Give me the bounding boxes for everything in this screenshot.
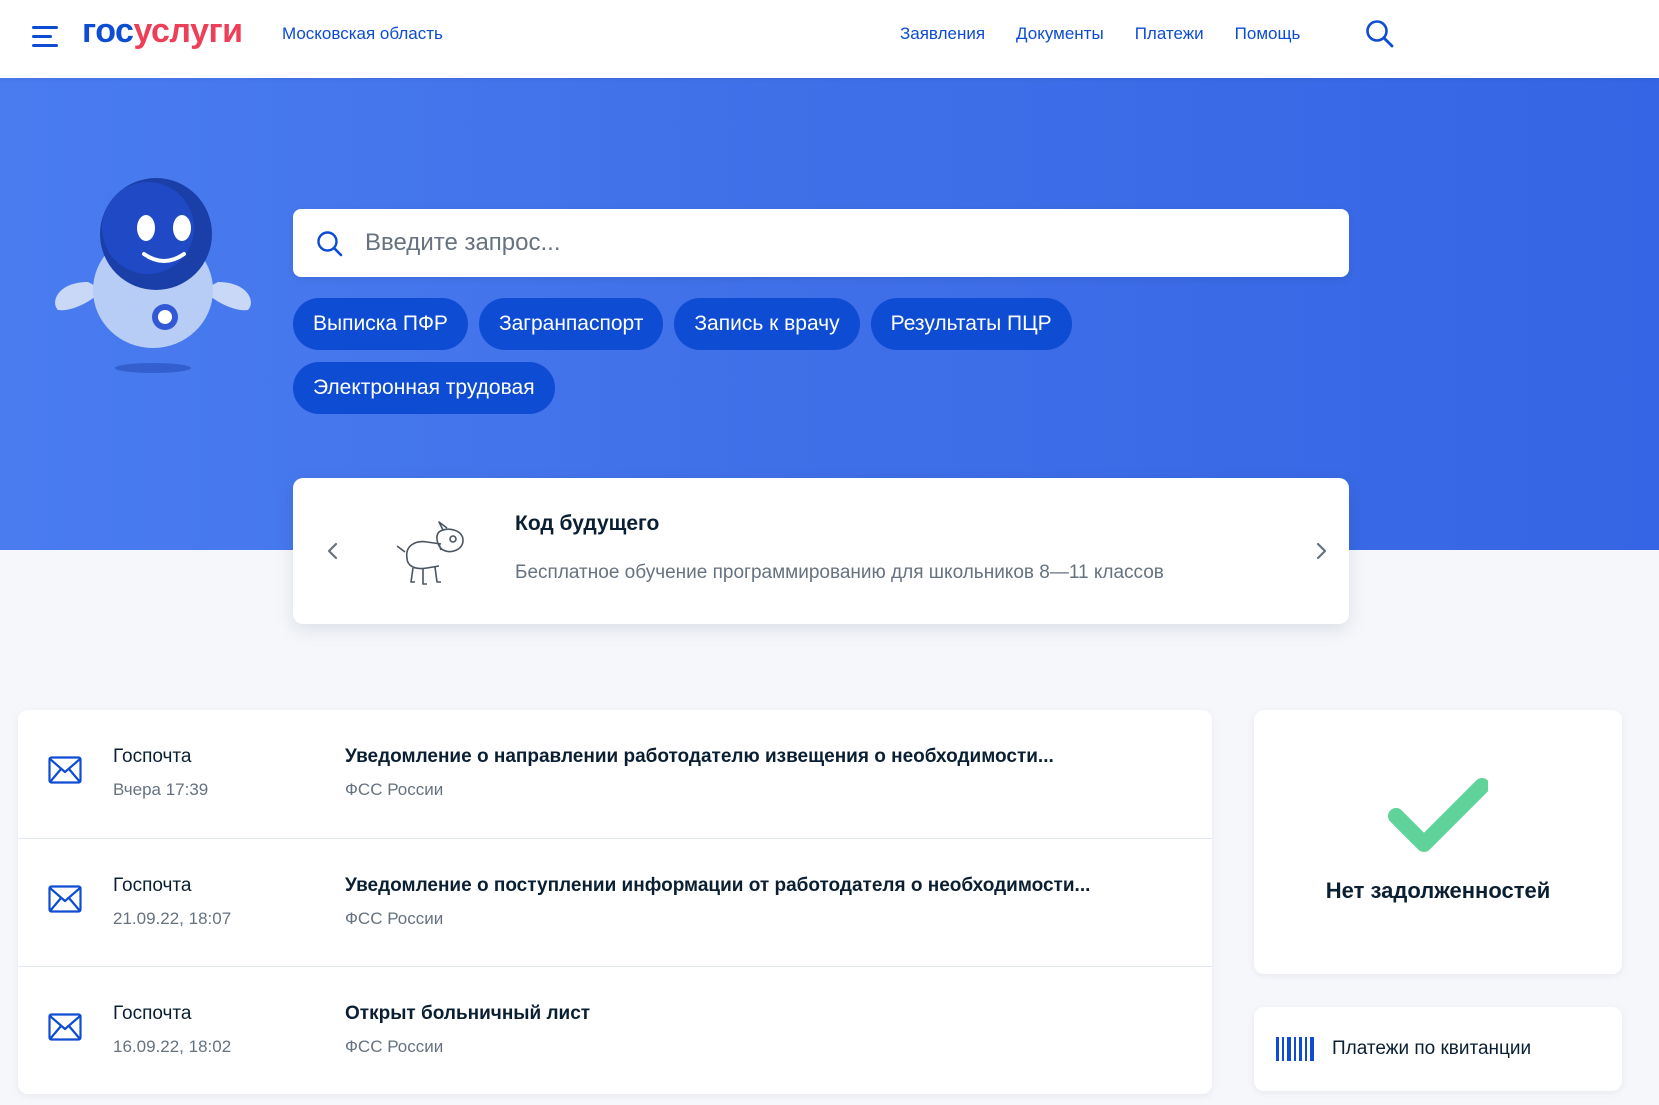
top-header: госуслуги Московская область Заявления Д… bbox=[0, 0, 1659, 78]
mail-subject: Уведомление о направлении работодателю и… bbox=[345, 746, 1054, 767]
mail-source: Госпочта bbox=[113, 1003, 192, 1024]
receipt-payments-button[interactable]: Платежи по квитанции bbox=[1254, 1007, 1622, 1091]
mail-subject: Открыт больничный лист bbox=[345, 1003, 591, 1024]
chip-electronic-workbook[interactable]: Электронная трудовая bbox=[293, 362, 555, 414]
notifications-list: Госпочта Вчера 17:39 Уведомление о напра… bbox=[18, 710, 1212, 1094]
envelope-icon bbox=[48, 756, 82, 784]
list-item[interactable]: Госпочта Вчера 17:39 Уведомление о напра… bbox=[18, 710, 1212, 838]
chip-passport[interactable]: Загранпаспорт bbox=[478, 298, 664, 350]
chevron-right-icon[interactable] bbox=[1301, 531, 1341, 571]
logo-part-2: услуги bbox=[133, 12, 243, 50]
chevron-left-icon[interactable] bbox=[313, 531, 353, 571]
gosuslugi-logo[interactable]: госуслуги bbox=[82, 12, 243, 51]
robot-dog-icon bbox=[396, 521, 464, 585]
list-item[interactable]: Госпочта 16.09.22, 18:02 Открыт больничн… bbox=[18, 966, 1212, 1094]
mail-org: ФСС России bbox=[345, 909, 444, 928]
search-input[interactable] bbox=[365, 209, 1325, 277]
list-item[interactable]: Госпочта 21.09.22, 18:07 Уведомление о п… bbox=[18, 838, 1212, 966]
envelope-icon bbox=[48, 1013, 82, 1041]
mail-org: ФСС России bbox=[345, 780, 444, 799]
barcode-icon bbox=[1276, 1037, 1314, 1061]
envelope-icon bbox=[48, 885, 82, 913]
mail-source: Госпочта bbox=[113, 875, 192, 896]
nav-payments[interactable]: Платежи bbox=[1135, 24, 1204, 44]
mail-org: ФСС России bbox=[345, 1037, 444, 1056]
banner-subtitle: Бесплатное обучение программированию для… bbox=[515, 562, 1164, 583]
quick-links: Выписка ПФР Загранпаспорт Запись к врачу… bbox=[293, 298, 1173, 414]
chip-pcr-results[interactable]: Результаты ПЦР bbox=[870, 298, 1072, 350]
main-search bbox=[293, 209, 1349, 277]
banner-title: Код будущего bbox=[515, 512, 660, 535]
promo-banner[interactable]: Код будущего Бесплатное обучение програм… bbox=[293, 478, 1349, 624]
region-selector[interactable]: Московская область bbox=[282, 24, 443, 44]
mail-date: 21.09.22, 18:07 bbox=[113, 909, 232, 928]
logo-part-1: гос bbox=[82, 12, 134, 50]
chip-pfr-statement[interactable]: Выписка ПФР bbox=[293, 298, 468, 350]
search-icon bbox=[317, 231, 343, 257]
nav-documents[interactable]: Документы bbox=[1016, 24, 1104, 44]
main-nav: Заявления Документы Платежи Помощь bbox=[900, 24, 1300, 44]
mail-date: 16.09.22, 18:02 bbox=[113, 1037, 232, 1056]
debt-status-text: Нет задолженностей bbox=[1325, 878, 1551, 903]
mail-source: Госпочта bbox=[113, 746, 192, 767]
robot-assistant-icon[interactable] bbox=[48, 172, 258, 382]
nav-help[interactable]: Помощь bbox=[1235, 24, 1301, 44]
receipt-payments-label: Платежи по квитанции bbox=[1332, 1038, 1532, 1059]
debt-status-card[interactable]: Нет задолженностей bbox=[1254, 710, 1622, 974]
mail-subject: Уведомление о поступлении информации от … bbox=[345, 875, 1091, 896]
mail-date: Вчера 17:39 bbox=[113, 780, 209, 799]
nav-applications[interactable]: Заявления bbox=[900, 24, 985, 44]
menu-icon[interactable] bbox=[32, 26, 60, 48]
search-icon[interactable] bbox=[1364, 18, 1396, 50]
checkmark-icon bbox=[1388, 778, 1488, 852]
chip-doctor-appointment[interactable]: Запись к врачу bbox=[674, 298, 860, 350]
